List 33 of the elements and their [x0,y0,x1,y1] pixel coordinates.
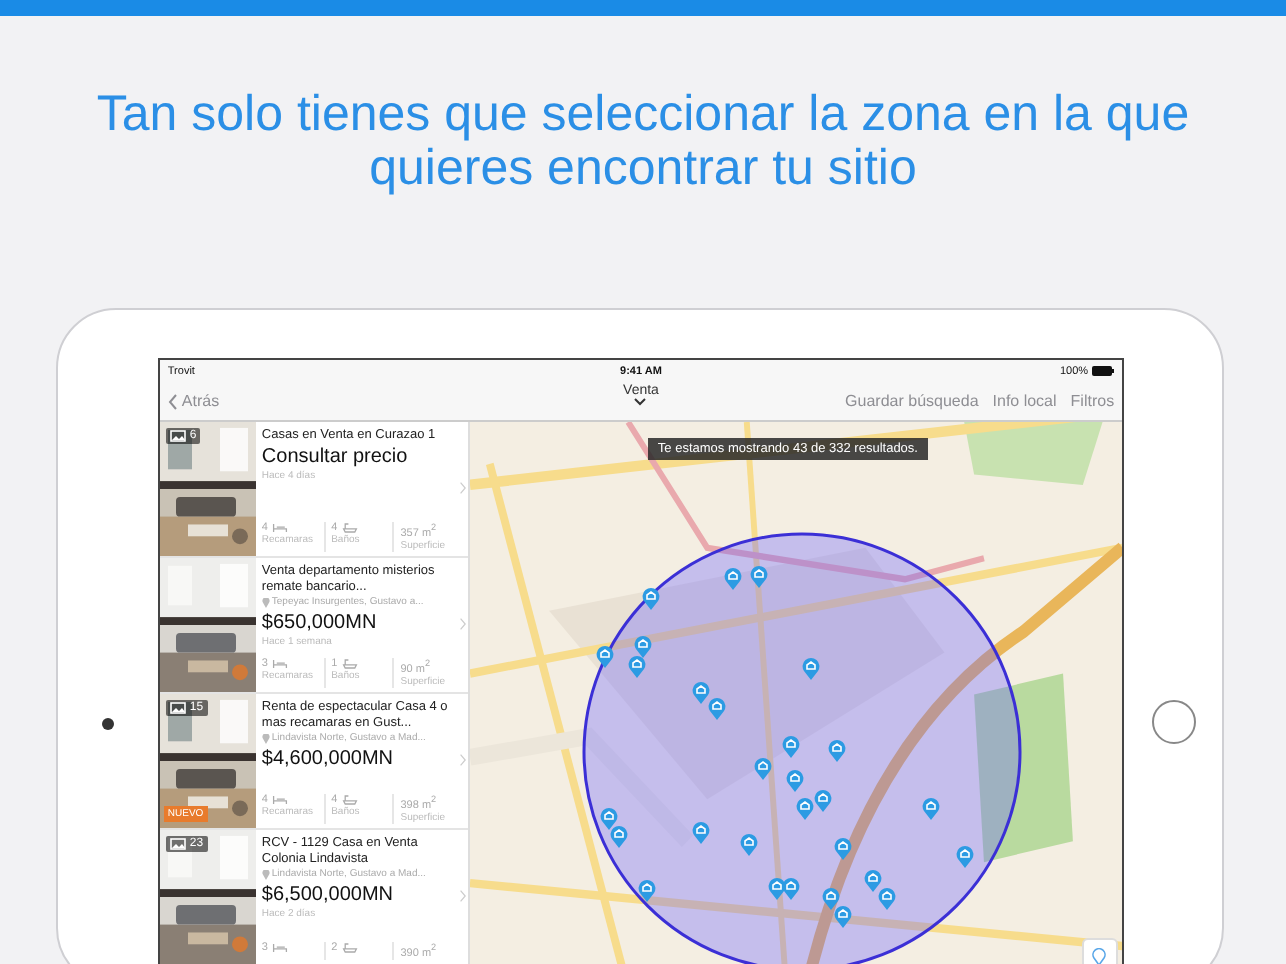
house-pin-icon[interactable] [641,585,660,610]
camera-icon [101,718,114,730]
bed-icon [271,942,288,955]
bathtub-icon [341,658,358,671]
house-pin-icon[interactable] [596,643,615,668]
listing-price: Consultar precio [261,446,410,470]
location-pin-icon [261,734,270,744]
bed-icon [271,522,288,535]
chevron-right-icon [459,618,466,630]
location-pin-icon [261,870,270,880]
listing-price: $650,000MN [261,612,379,636]
location-pin-icon[interactable] [1092,947,1107,964]
location-pin-icon [261,598,270,608]
bathtub-icon [341,942,358,955]
chevron-down-icon[interactable] [634,398,647,406]
bathtub-icon [341,794,358,807]
bathtub-icon [341,522,358,535]
chevron-right-icon [459,754,466,766]
chevron-right-icon [459,482,466,494]
photos-icon [169,702,186,714]
listing-price: $4,600,000MN [261,748,396,772]
headline: Tan solo tienes que seleccionar la zona en la que quieres encontrar tu sitio [94,88,1192,196]
listing-price: $6,500,000MN [261,884,396,908]
photos-icon [169,430,186,442]
chevron-left-icon[interactable] [167,393,178,409]
photos-icon [169,838,186,850]
chevron-right-icon [459,890,466,902]
battery-icon [1092,366,1115,376]
house-pin-icon[interactable] [638,878,657,903]
bed-icon [271,794,288,807]
home-button[interactable] [1151,700,1196,744]
locate-button[interactable] [1081,938,1118,964]
bed-icon [271,658,288,671]
